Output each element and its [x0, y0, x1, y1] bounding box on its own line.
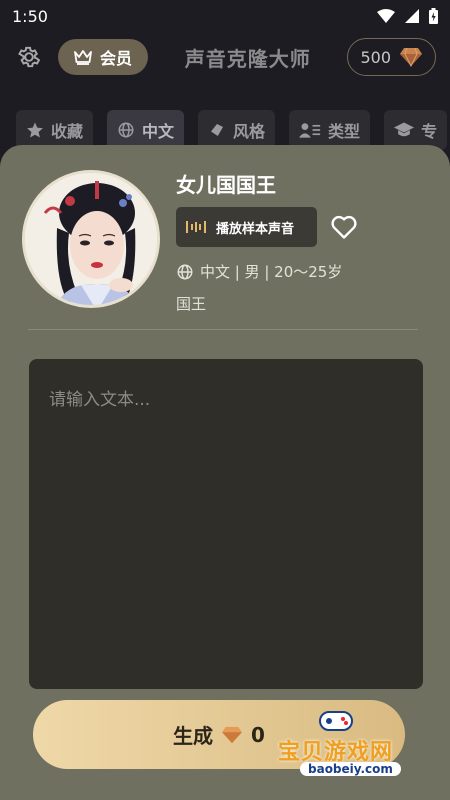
top-header: 会员 声音克隆大师 500: [0, 34, 450, 80]
vip-label: 会员: [100, 49, 133, 68]
tab-label: 风格: [233, 122, 266, 141]
voice-name: 女儿国国王: [176, 173, 276, 197]
voice-avatar: [22, 170, 160, 308]
tab-style[interactable]: 风格: [198, 110, 276, 150]
globe-icon: [177, 264, 193, 279]
divider: [28, 329, 418, 330]
gamepad-icon: [319, 711, 353, 731]
status-icons: [377, 8, 438, 24]
person-list-icon: [299, 123, 321, 138]
text-input-area: [29, 359, 423, 689]
status-bar: 1:50: [0, 0, 450, 32]
tab-special[interactable]: 专: [384, 110, 448, 150]
signal-icon: [405, 9, 419, 23]
tab-chinese[interactable]: 中文: [107, 110, 185, 150]
portrait-image: [25, 173, 157, 305]
tab-label: 类型: [328, 122, 361, 141]
voice-meta-text: 中文 | 男 | 20～25岁: [200, 263, 343, 281]
app-title: 声音克隆大师: [184, 46, 311, 71]
settings-button[interactable]: [14, 42, 44, 72]
tab-label: 中文: [142, 122, 175, 141]
tab-label: 专: [421, 122, 438, 141]
watermark-logo: 宝贝游戏网 baobeiy.com: [270, 700, 420, 790]
diamond-icon: [222, 726, 242, 743]
battery-icon: [429, 8, 438, 24]
tag-icon: [211, 124, 224, 136]
voice-meta: 中文 | 男 | 20～25岁: [176, 261, 342, 282]
coin-count: 500: [360, 47, 391, 67]
status-time: 1:50: [12, 6, 48, 26]
tab-favorites[interactable]: 收藏: [16, 110, 94, 150]
generate-label: 生成: [173, 724, 214, 748]
diamond-icon: [400, 47, 422, 67]
play-sample-button[interactable]: 播放样本声音: [176, 207, 317, 247]
watermark-url: baobeiy.com: [300, 762, 401, 776]
crown-icon: [74, 50, 92, 65]
coin-balance-button[interactable]: 500: [347, 38, 436, 76]
vip-button[interactable]: 会员: [58, 39, 149, 75]
gear-icon: [18, 46, 41, 68]
category-tabs: 收藏 中文 风格 类型 专: [16, 110, 448, 150]
app-screen: 1:50 会员 声音克隆大师 500 收藏 中文 风格 类型 专 女儿国国王 播…: [0, 0, 450, 800]
generate-cost: 0: [251, 722, 265, 747]
tab-label: 收藏: [51, 122, 84, 141]
tab-type[interactable]: 类型: [289, 110, 371, 150]
text-input[interactable]: [29, 359, 423, 689]
play-sample-label: 播放样本声音: [216, 221, 295, 237]
voice-tag: 国王: [176, 295, 207, 313]
star-icon: [27, 122, 43, 138]
wifi-icon: [377, 9, 395, 23]
audio-wave-icon: [186, 221, 206, 233]
graduation-cap-icon: [394, 122, 415, 137]
favorite-heart-icon[interactable]: [330, 213, 358, 241]
globe-icon: [118, 122, 134, 138]
